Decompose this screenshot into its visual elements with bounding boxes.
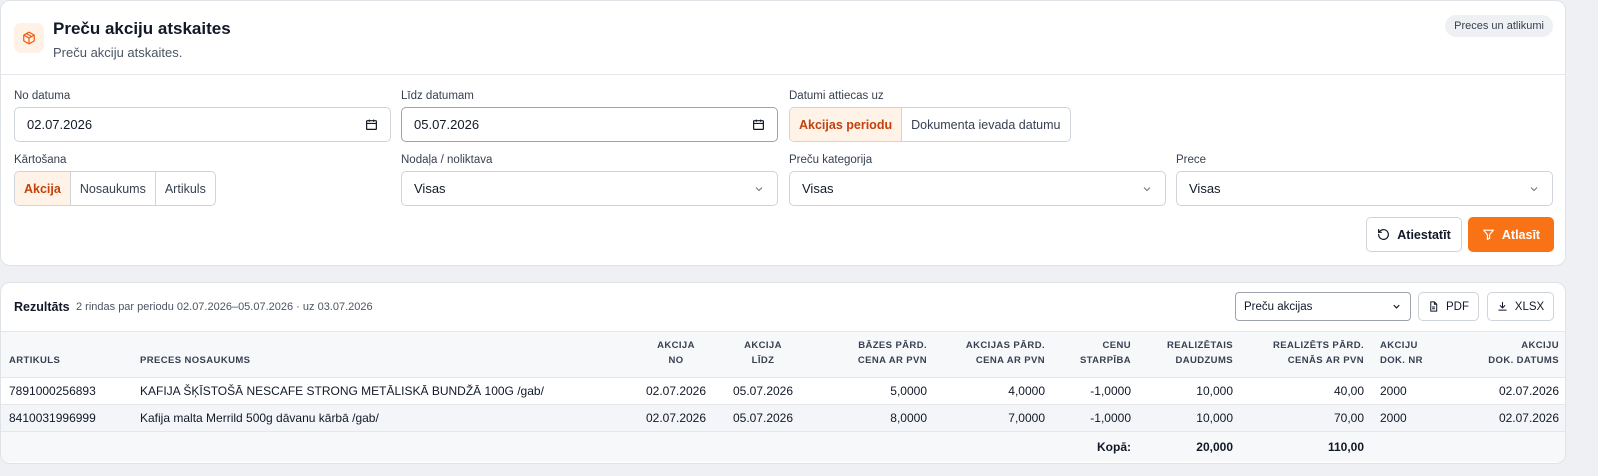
sort-option-article[interactable]: Artikuls	[156, 172, 215, 205]
col-header-promo-from[interactable]: Akcija no	[637, 331, 715, 378]
category-label: Preču kategorija	[789, 154, 873, 166]
cell-amount: 70,00	[1241, 404, 1372, 432]
cell-doc-date: 02.07.2026	[1432, 404, 1565, 432]
cell-quantity: 10,000	[1139, 404, 1241, 432]
col-header-base-price[interactable]: Bāzes pārd. cena ar PVN	[811, 331, 935, 378]
download-icon	[1498, 301, 1507, 311]
col-header-price-diff[interactable]: Cenu starpība	[1053, 331, 1139, 378]
product-label: Prece	[1176, 154, 1207, 166]
product-select[interactable]: Visas	[1176, 171, 1553, 206]
page-title: Preču akciju atskaites	[53, 19, 231, 38]
sort-option-promo[interactable]: Akcija	[15, 172, 71, 205]
totals-empty	[1372, 431, 1432, 462]
chevron-down-icon	[1530, 186, 1538, 191]
col-header-quantity[interactable]: Realizētais daudzums	[1139, 331, 1241, 378]
filter-icon	[1482, 229, 1494, 240]
table-row[interactable]: 8410031996999 Kafija malta Merrild 500g …	[1, 404, 1565, 432]
reset-icon	[1378, 229, 1390, 240]
search-label: Atlasīt	[1501, 227, 1541, 242]
file-icon	[1430, 301, 1438, 312]
chevron-down-icon	[1393, 304, 1400, 309]
table-row[interactable]: 7891000256893 KAFIJA ŠĶĪSTOŠĀ NESCAFE ST…	[1, 377, 1565, 405]
col-header-doc-date[interactable]: Akciju dok. datums	[1432, 331, 1565, 378]
cell-price-diff: -1,0000	[1053, 404, 1139, 432]
chevron-down-icon	[755, 186, 763, 191]
cell-name: KAFIJA ŠĶĪSTOŠĀ NESCAFE STRONG METĀLISKĀ…	[132, 377, 637, 405]
totals-quantity: 20,000	[1139, 431, 1241, 462]
date-to-input[interactable]: 05.07.2026	[401, 107, 778, 142]
cell-promo-to: 05.07.2026	[715, 404, 811, 432]
col-header-doc-nr[interactable]: Akciju dok. nr	[1372, 331, 1432, 378]
totals-row: Kopā: 20,000 110,00	[1, 431, 1565, 462]
date-to-label: Līdz datumam	[401, 90, 474, 102]
department-select[interactable]: Visas	[401, 171, 778, 206]
results-card: Rezultāts 2 rindas par periodu 02.07.202…	[0, 282, 1566, 464]
option-promo-period[interactable]: Akcijas periodu	[790, 108, 903, 141]
cell-base-price: 5,0000	[811, 377, 935, 405]
xlsx-label: XLSX	[1514, 300, 1545, 313]
date-from-input[interactable]: 02.07.2026	[14, 107, 391, 142]
table-header-row: Artikuls Preces nosaukums Akcija no Akcij…	[1, 331, 1565, 378]
cell-promo-price: 4,0000	[935, 377, 1053, 405]
chevron-down-icon	[1143, 186, 1151, 191]
col-header-promo-to[interactable]: Akcija līdz	[715, 331, 811, 378]
results-title: Rezultāts	[14, 300, 70, 314]
cell-price-diff: -1,0000	[1053, 377, 1139, 405]
totals-label: Kopā:	[1, 431, 1139, 462]
cell-article: 8410031996999	[1, 404, 132, 432]
sort-option-name[interactable]: Nosaukums	[71, 172, 156, 205]
col-header-promo-price[interactable]: Akcijas pārd. cena ar PVN	[935, 331, 1053, 378]
category-select[interactable]: Visas	[789, 171, 1166, 206]
box-icon	[14, 23, 44, 53]
calendar-icon[interactable]	[752, 118, 765, 131]
product-value: Visas	[1189, 181, 1221, 196]
totals-empty	[1432, 431, 1565, 462]
cell-article: 7891000256893	[1, 377, 132, 405]
cell-promo-to: 05.07.2026	[715, 377, 811, 405]
cell-quantity: 10,000	[1139, 377, 1241, 405]
cell-promo-price: 7,0000	[935, 404, 1053, 432]
reset-button[interactable]: Atiestatīt	[1366, 217, 1462, 252]
pdf-button[interactable]: PDF	[1418, 292, 1479, 321]
results-table: Artikuls Preces nosaukums Akcija no Akcij…	[1, 331, 1565, 462]
cell-promo-from: 02.07.2026	[637, 404, 715, 432]
cell-amount: 40,00	[1241, 377, 1372, 405]
pdf-label: PDF	[1446, 300, 1469, 313]
option-doc-entry-date[interactable]: Dokumenta ievada datumu	[902, 108, 1069, 141]
cell-base-price: 8,0000	[811, 404, 935, 432]
view-select-value: Preču akcijas	[1244, 300, 1313, 313]
department-label: Nodaļa / noliktava	[401, 154, 493, 166]
cell-promo-from: 02.07.2026	[637, 377, 715, 405]
xlsx-button[interactable]: XLSX	[1487, 292, 1554, 321]
category-value: Visas	[802, 181, 834, 196]
date-applies-label: Datumi attiecas uz	[789, 90, 884, 102]
totals-amount: 110,00	[1241, 431, 1372, 462]
view-select[interactable]: Preču akcijas	[1235, 292, 1411, 321]
reset-label: Atiestatīt	[1397, 227, 1451, 242]
sorting-label: Kārtošana	[14, 154, 67, 166]
page-subtitle: Preču akciju atskaites.	[53, 45, 183, 60]
calendar-icon[interactable]	[365, 118, 378, 131]
category-badge: Preces un atlikumi	[1445, 15, 1553, 37]
date-from-value: 02.07.2026	[27, 117, 93, 132]
date-to-value: 05.07.2026	[414, 117, 480, 132]
cell-doc-nr: 2000	[1372, 404, 1432, 432]
date-from-label: No datuma	[14, 90, 71, 102]
cell-name: Kafija malta Merrild 500g dāvanu kārbā /…	[132, 404, 637, 432]
page-header: Preču akciju atskaites Preču akciju atsk…	[1, 1, 1565, 75]
results-info: 2 rindas par periodu 02.07.2026–05.07.20…	[76, 301, 373, 313]
cell-doc-nr: 2000	[1372, 377, 1432, 405]
date-applies-toggle: Akcijas periodu Dokumenta ievada datumu	[789, 107, 1071, 142]
filter-card: Preču akciju atskaites Preču akciju atsk…	[0, 0, 1566, 266]
col-header-amount[interactable]: Realizēts pārd. cenās ar PVN	[1241, 331, 1372, 378]
department-value: Visas	[414, 181, 446, 196]
cell-doc-date: 02.07.2026	[1432, 377, 1565, 405]
col-header-article[interactable]: Artikuls	[1, 331, 132, 378]
col-header-name[interactable]: Preces nosaukums	[132, 331, 637, 378]
search-button[interactable]: Atlasīt	[1468, 217, 1554, 252]
sorting-toggle: Akcija Nosaukums Artikuls	[14, 171, 216, 206]
